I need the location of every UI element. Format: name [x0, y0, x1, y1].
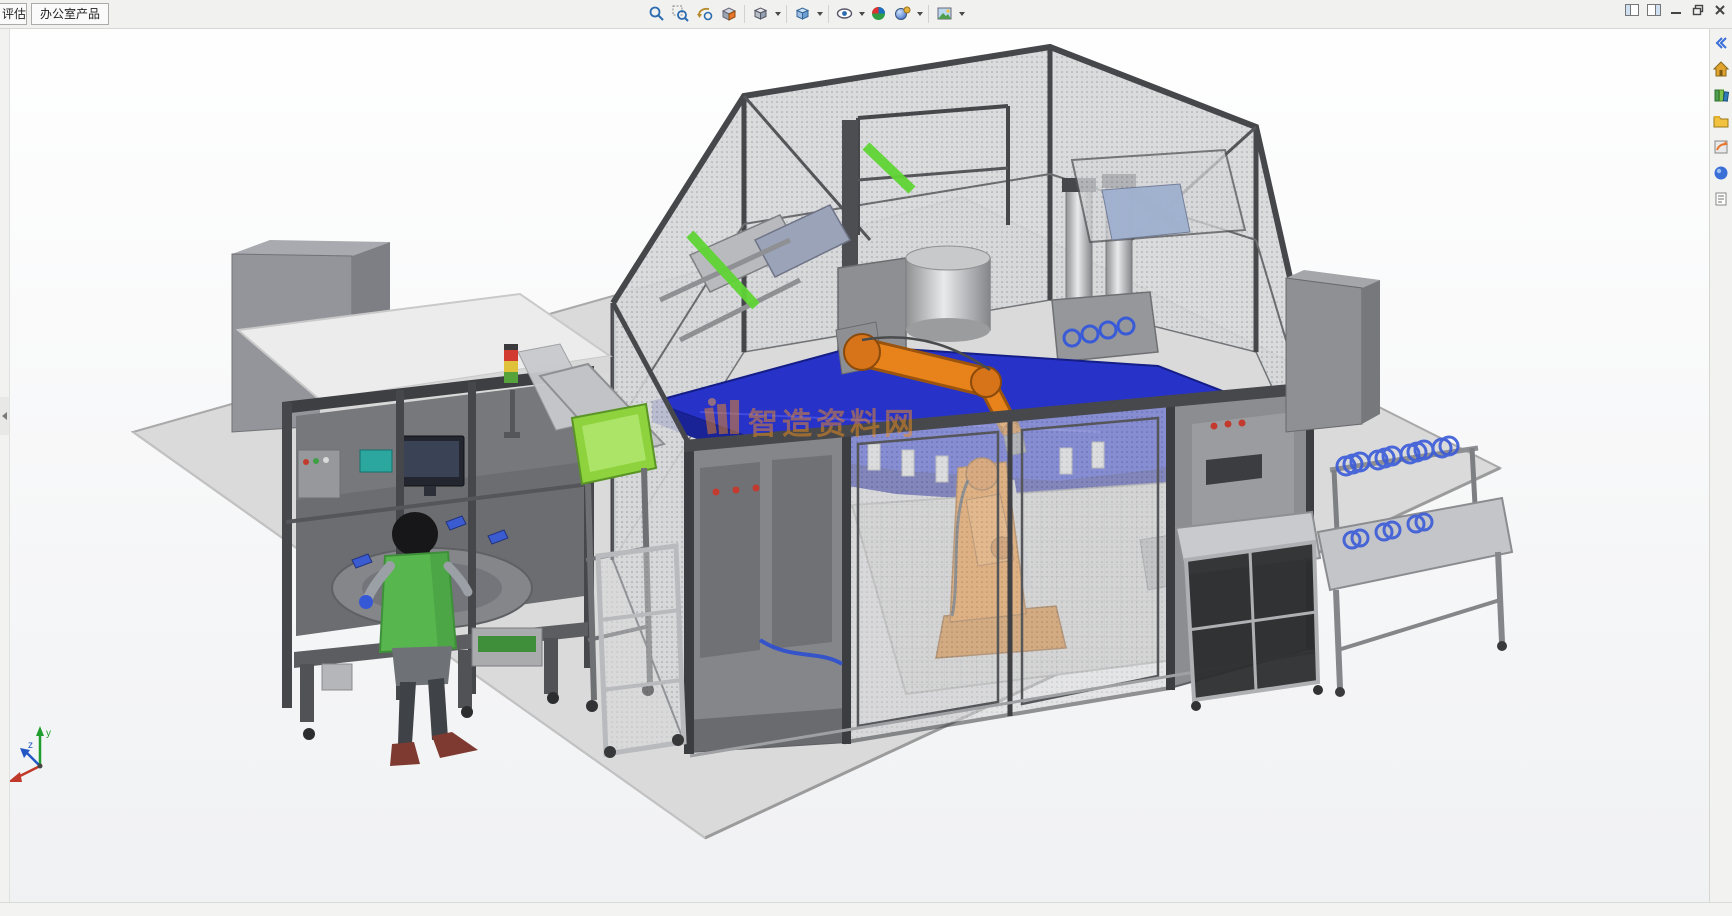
design-library-icon[interactable]	[1711, 85, 1731, 105]
left-panel-strip	[0, 29, 10, 903]
commandmanager-tabs: 评估 办公室产品	[0, 3, 109, 25]
previous-view-icon[interactable]	[693, 1, 716, 26]
collapse-panel-arrow[interactable]	[0, 397, 9, 435]
tab-evaluate[interactable]: 评估	[0, 3, 27, 25]
front-left-cabinet	[688, 432, 846, 752]
close-icon[interactable]	[1711, 2, 1728, 17]
zoom-to-fit-icon[interactable]	[645, 1, 668, 26]
watermark-text: 智造资料网	[748, 408, 918, 441]
zoom-to-area-icon[interactable]	[669, 1, 692, 26]
view-orientation-dropdown[interactable]	[773, 1, 782, 26]
custom-properties-icon[interactable]	[1711, 189, 1731, 209]
black-mesh-table	[1176, 512, 1323, 711]
realview-sphere-icon[interactable]	[867, 1, 890, 26]
apply-scene-icon[interactable]	[933, 1, 956, 26]
axis-z-label: z	[28, 740, 33, 751]
display-style-dropdown[interactable]	[815, 1, 824, 26]
view-orientation-icon[interactable]	[749, 1, 772, 26]
solidworks-resources-icon[interactable]	[1711, 59, 1731, 79]
tab-office-products[interactable]: 办公室产品	[31, 3, 109, 25]
task-pane	[1709, 29, 1732, 903]
hide-show-items-dropdown[interactable]	[857, 1, 866, 26]
status-bar	[0, 902, 1732, 916]
front-mesh-doors	[846, 404, 1170, 742]
edit-appearance-icon[interactable]	[891, 1, 914, 26]
view-toolbar	[645, 1, 966, 26]
axis-y-label: y	[46, 728, 51, 739]
viewport-3d[interactable]: 智造资料网 y x z	[0, 0, 1732, 916]
minimize-icon[interactable]	[1667, 2, 1684, 17]
pane-toggle-left-icon[interactable]	[1623, 2, 1640, 17]
appearances-scenes-icon[interactable]	[1711, 163, 1731, 183]
expand-pane-icon[interactable]	[1711, 33, 1731, 53]
window-controls	[1623, 2, 1728, 17]
pane-toggle-right-icon[interactable]	[1645, 2, 1662, 17]
heads-up-toolbar: 评估 办公室产品	[0, 0, 1732, 29]
hide-show-items-icon[interactable]	[833, 1, 856, 26]
display-style-icon[interactable]	[791, 1, 814, 26]
view-palette-icon[interactable]	[1711, 137, 1731, 157]
file-explorer-icon[interactable]	[1711, 111, 1731, 131]
apply-scene-dropdown[interactable]	[957, 1, 966, 26]
edit-appearance-dropdown[interactable]	[915, 1, 924, 26]
restore-icon[interactable]	[1689, 2, 1706, 17]
section-view-icon[interactable]	[717, 1, 740, 26]
solidworks-window: 智造资料网 y x z 评估 办公室产品	[0, 0, 1732, 916]
